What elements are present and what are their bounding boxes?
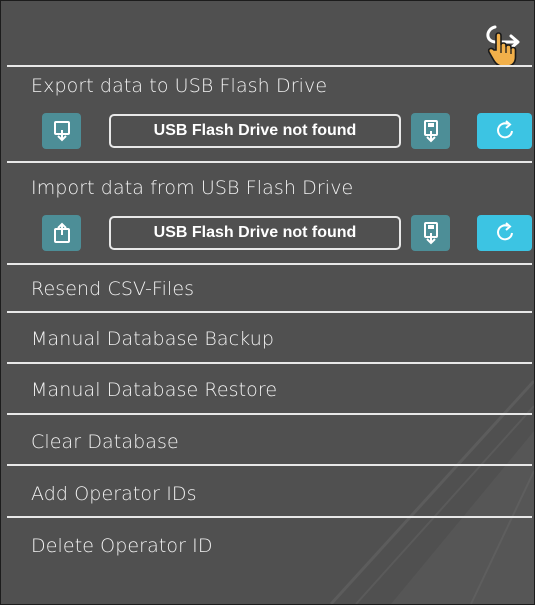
usb-drive-icon <box>423 120 438 143</box>
import-refresh-button[interactable] <box>477 215 532 251</box>
import-monitor-icon <box>53 222 70 243</box>
divider <box>7 263 532 265</box>
import-usb-status: USB Flash Drive not found <box>109 216 401 250</box>
export-refresh-button[interactable] <box>477 113 532 149</box>
menu-item-clear-database[interactable]: Clear Database <box>31 431 179 453</box>
divider <box>7 464 532 466</box>
import-usb-button[interactable] <box>411 215 450 251</box>
divider <box>7 362 532 364</box>
divider <box>7 65 532 67</box>
refresh-icon <box>496 222 513 241</box>
divider <box>7 311 532 313</box>
menu-item-manual-backup[interactable]: Manual Database Backup <box>31 328 274 350</box>
usb-drive-icon <box>423 222 438 245</box>
divider <box>7 516 532 518</box>
settings-panel: Export data to USB Flash Drive USB Flash… <box>0 0 535 605</box>
menu-item-add-operator-ids[interactable]: Add Operator IDs <box>31 483 197 505</box>
import-button[interactable] <box>42 215 81 251</box>
export-monitor-icon <box>53 121 70 142</box>
exit-button[interactable] <box>477 19 529 69</box>
top-bar <box>1 1 534 67</box>
menu-item-resend-csv[interactable]: Resend CSV-Files <box>31 278 194 300</box>
refresh-icon <box>496 120 513 139</box>
import-label: Import data from USB Flash Drive <box>31 177 354 199</box>
export-label: Export data to USB Flash Drive <box>31 75 328 97</box>
menu-item-manual-restore[interactable]: Manual Database Restore <box>31 379 277 401</box>
export-usb-button[interactable] <box>411 113 450 149</box>
menu-item-delete-operator-id[interactable]: Delete Operator ID <box>31 535 213 557</box>
divider <box>7 161 532 163</box>
divider <box>7 413 532 415</box>
export-usb-status: USB Flash Drive not found <box>109 114 401 148</box>
export-button[interactable] <box>42 113 81 149</box>
